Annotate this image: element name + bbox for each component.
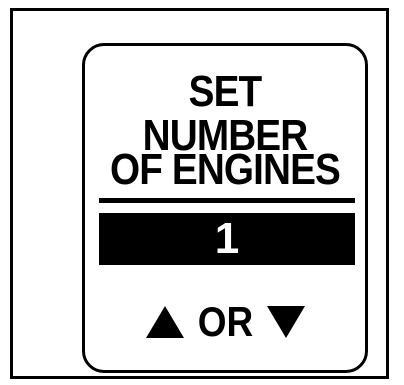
- navigation-hint: OR: [85, 298, 365, 346]
- or-label: OR: [197, 298, 253, 345]
- engine-count-value[interactable]: 1: [99, 213, 355, 265]
- triangle-down-icon[interactable]: [266, 306, 305, 338]
- image-frame: SET NUMBER OF ENGINES 1 OR: [10, 8, 389, 379]
- gauge-display: SET NUMBER OF ENGINES 1 OR: [82, 43, 368, 373]
- title-divider: [99, 198, 355, 203]
- triangle-up-icon[interactable]: [145, 306, 184, 338]
- screen-title-line-2: OF ENGINES: [109, 145, 341, 194]
